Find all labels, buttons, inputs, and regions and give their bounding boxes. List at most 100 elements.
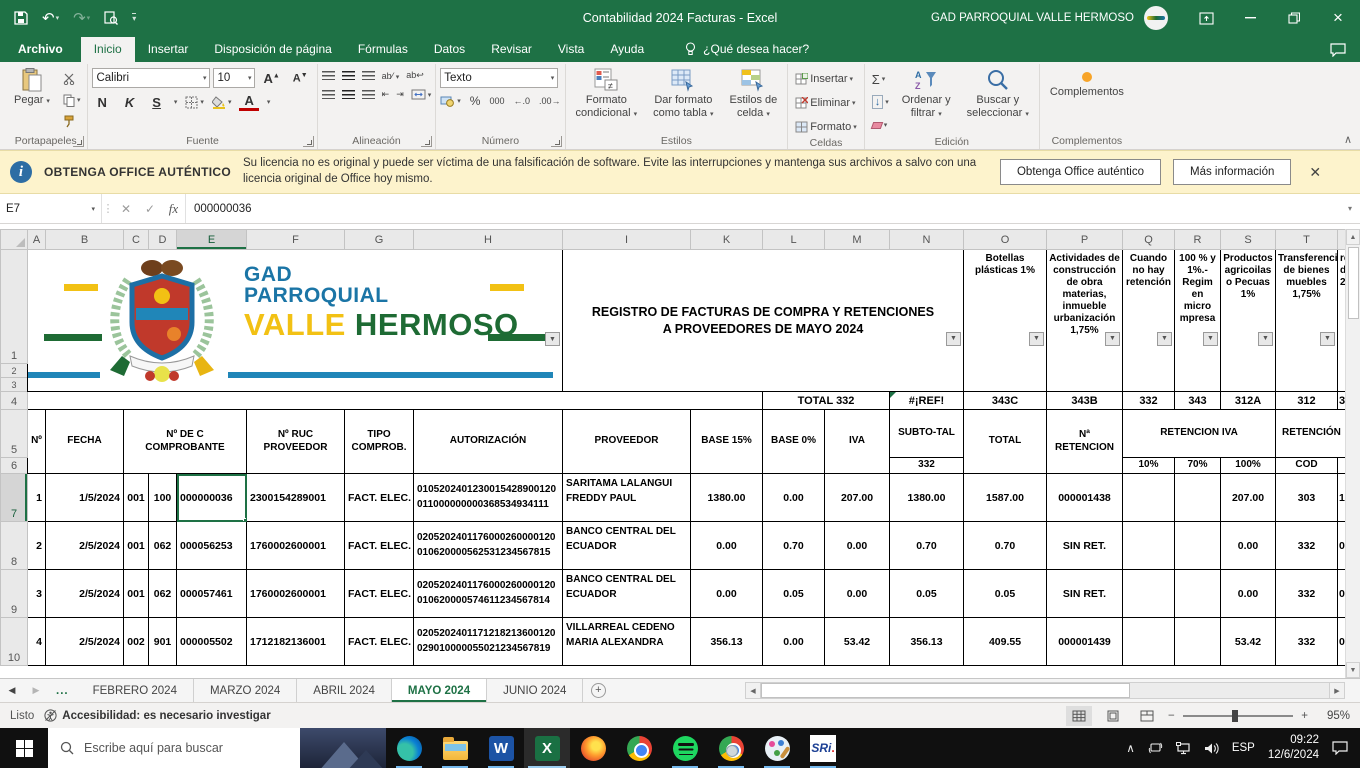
tab-formulas[interactable]: Fórmulas <box>345 37 421 62</box>
sheet-nav-right-icon[interactable]: ▶ <box>24 679 48 702</box>
page-break-view-icon[interactable] <box>1134 706 1160 726</box>
taskbar-sri[interactable]: SRi. <box>800 728 846 768</box>
column-header-C[interactable]: C <box>123 229 149 250</box>
column-header-O[interactable]: O <box>963 229 1047 250</box>
cell-E9[interactable]: 000057461 <box>176 569 247 618</box>
orientation-button[interactable]: ab⁄ ▾ <box>382 71 400 81</box>
taskbar-firefox[interactable] <box>570 728 616 768</box>
new-sheet-button[interactable]: + <box>583 679 613 702</box>
column-header-H[interactable]: H <box>413 229 563 250</box>
paste-button[interactable]: Pegar ▾ <box>8 65 56 110</box>
taskbar-word[interactable]: W <box>478 728 524 768</box>
header-fecha[interactable]: FECHA <box>45 409 124 474</box>
cell-Q10[interactable] <box>1122 617 1175 666</box>
cell-C8[interactable]: 001 <box>123 521 149 570</box>
zoom-percentage[interactable]: 95% <box>1316 710 1350 722</box>
header-total[interactable]: TOTAL <box>963 409 1047 474</box>
column-header-F[interactable]: F <box>246 229 345 250</box>
scroll-left-icon[interactable]: ◀ <box>745 682 761 699</box>
accessibility-status[interactable]: Accesibilidad: es necesario investigar <box>44 709 271 722</box>
font-color-button[interactable]: A <box>239 93 259 111</box>
column-header-K[interactable]: K <box>690 229 763 250</box>
increase-font-icon[interactable]: A▲ <box>258 70 284 87</box>
underline-button[interactable]: S <box>147 94 166 111</box>
cell-I10[interactable]: VILLARREAL CEDENO MARIA ALEXANDRA <box>562 617 691 666</box>
filter-dropdown-icon[interactable]: ▼ <box>1157 332 1172 346</box>
insert-function-icon[interactable]: fx <box>162 194 186 223</box>
header-70[interactable]: 70% <box>1174 457 1221 474</box>
currency-format-button[interactable]: ▾ <box>440 95 461 107</box>
column-header-E[interactable]: E <box>176 229 247 250</box>
code-cell[interactable]: 343B <box>1046 391 1123 410</box>
cell-K8[interactable]: 0.00 <box>690 521 763 570</box>
number-format-combo[interactable]: Texto ▾ <box>440 68 559 88</box>
language-indicator[interactable]: ESP <box>1232 742 1255 754</box>
cell-F9[interactable]: 1760002600001 <box>246 569 345 618</box>
cell-Q9[interactable] <box>1122 569 1175 618</box>
row-header-4[interactable]: 4 <box>0 391 28 410</box>
cell-I7[interactable]: SARITAMA LALANGUI FREDDY PAUL <box>562 473 691 522</box>
cell-D10[interactable]: 901 <box>148 617 177 666</box>
filter-dropdown-icon[interactable]: ▼ <box>1105 332 1120 346</box>
cell-E8[interactable]: 000056253 <box>176 521 247 570</box>
column-header-P[interactable]: P <box>1046 229 1123 250</box>
sheet-tab-marzo[interactable]: MARZO 2024 <box>194 679 298 702</box>
cut-button[interactable] <box>60 69 84 89</box>
align-center-icon[interactable] <box>341 90 355 99</box>
customize-qat-button[interactable]: ▾ <box>132 13 137 23</box>
alignment-dialog-launcher[interactable] <box>421 136 433 147</box>
cell-N9[interactable]: 0.05 <box>889 569 964 618</box>
cell-Q7[interactable] <box>1122 473 1175 522</box>
column-header-S[interactable]: S <box>1220 229 1276 250</box>
decrease-decimal-button[interactable]: .00→ <box>539 96 561 106</box>
header-retencion-iva[interactable]: RETENCION IVA <box>1122 409 1276 458</box>
tab-inicio[interactable]: Inicio <box>80 37 135 62</box>
header-100[interactable]: 100% <box>1220 457 1276 474</box>
category-header-S[interactable]: Productos agricoilas o Pecuas 1% ▼ <box>1220 249 1276 392</box>
logo-cell[interactable]: GAD PARROQUIAL VALLE HERMOSO ▼ <box>27 249 563 392</box>
clock[interactable]: 09:22 12/6/2024 <box>1268 733 1319 763</box>
cell-styles-button[interactable]: Estilos de celda ▾ <box>724 65 784 122</box>
filter-dropdown-icon[interactable]: ▼ <box>946 332 961 346</box>
minimize-button[interactable] <box>1228 0 1272 36</box>
cell-F7[interactable]: 2300154289001 <box>246 473 345 522</box>
horizontal-scrollbar[interactable]: ◀ ▶ <box>745 682 1345 699</box>
cell-P9[interactable]: SIN RET. <box>1046 569 1123 618</box>
header-cod[interactable]: COD <box>1275 457 1338 474</box>
bold-button[interactable]: N <box>92 94 111 111</box>
zoom-slider[interactable]: − + <box>1168 709 1308 722</box>
cell[interactable] <box>27 391 763 410</box>
cell-N10[interactable]: 356.13 <box>889 617 964 666</box>
autosum-button[interactable]: Σ ▾ <box>869 69 892 89</box>
category-header-R[interactable]: 100 % y 1%.- Regim en micro mpresa ▼ <box>1174 249 1221 392</box>
cell-R7[interactable] <box>1174 473 1221 522</box>
cell-F10[interactable]: 1712182136001 <box>246 617 345 666</box>
cell-L9[interactable]: 0.05 <box>762 569 825 618</box>
cell-T10[interactable]: 332 <box>1275 617 1338 666</box>
sheet-more-button[interactable]: ... <box>48 679 77 702</box>
cell-A8[interactable]: 2 <box>27 521 46 570</box>
header-autorizacion[interactable]: AUTORIZACIÓN <box>413 409 563 474</box>
cell-C10[interactable]: 002 <box>123 617 149 666</box>
cell-A9[interactable]: 3 <box>27 569 46 618</box>
row-header-9[interactable]: 9 <box>0 569 28 618</box>
select-all-corner[interactable] <box>0 229 28 250</box>
code-cell[interactable]: 332 <box>1122 391 1175 410</box>
zoom-thumb[interactable] <box>1232 709 1239 722</box>
cell-P10[interactable]: 000001439 <box>1046 617 1123 666</box>
header-base15[interactable]: BASE 15% <box>690 409 763 474</box>
cell-I8[interactable]: BANCO CENTRAL DEL ECUADOR <box>562 521 691 570</box>
filter-dropdown-icon[interactable]: ▼ <box>545 332 560 346</box>
cell-G8[interactable]: FACT. ELEC. <box>344 521 414 570</box>
scroll-down-icon[interactable]: ▼ <box>1346 662 1360 678</box>
sheet-tab-abril[interactable]: ABRIL 2024 <box>297 679 392 702</box>
cell-T7[interactable]: 303 <box>1275 473 1338 522</box>
column-header-D[interactable]: D <box>148 229 177 250</box>
row-header-1[interactable]: 1 <box>0 249 28 364</box>
close-button[interactable]: × <box>1316 0 1360 36</box>
align-bottom-icon[interactable] <box>361 71 375 80</box>
filter-dropdown-icon[interactable]: ▼ <box>1258 332 1273 346</box>
cell-S7[interactable]: 207.00 <box>1220 473 1276 522</box>
column-header-A[interactable]: A <box>27 229 46 250</box>
formula-input[interactable]: 000000036 <box>186 194 1340 223</box>
